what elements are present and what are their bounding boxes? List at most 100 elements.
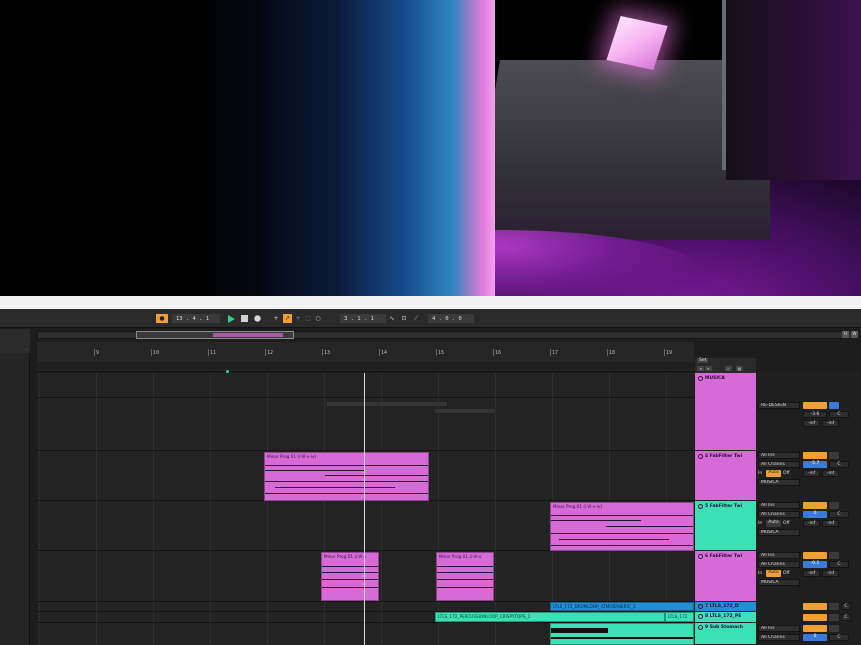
pan-field[interactable]: C <box>829 511 849 518</box>
beat-time-ruler[interactable]: 9 10 11 12 13 14 15 16 17 18 19 <box>37 342 694 372</box>
input-type-select[interactable]: RE-DESIGN <box>758 402 800 409</box>
track-activator[interactable] <box>803 502 827 509</box>
midi-clip[interactable]: Minor Prog 01 (i-VI-v <box>436 552 494 601</box>
volume-field[interactable]: 0 <box>803 634 827 641</box>
next-locator-icon[interactable]: ▸ <box>705 366 712 371</box>
solo-button[interactable] <box>829 614 839 621</box>
pan-field[interactable]: C <box>829 561 849 568</box>
fold-icon[interactable] <box>698 454 703 459</box>
input-channel-select[interactable]: All Channs <box>758 634 800 641</box>
playhead[interactable] <box>364 373 365 645</box>
capture-icon[interactable]: ⬚ <box>304 314 312 323</box>
session-view-icon[interactable]: ▦ <box>736 366 743 371</box>
output-select[interactable]: MUSICA <box>758 479 800 486</box>
volume-field[interactable]: -5.7 <box>803 461 827 468</box>
track-activator[interactable] <box>803 625 827 632</box>
track-activator[interactable] <box>803 402 827 409</box>
punch-out-icon[interactable]: ⟋ <box>412 314 420 323</box>
metronome-button[interactable]: ● <box>156 314 168 323</box>
fold-icon[interactable] <box>698 504 703 509</box>
input-channel-select[interactable]: All Channs <box>758 561 800 568</box>
pan-field[interactable]: C <box>841 614 851 621</box>
output-select[interactable]: MUSICA <box>758 529 800 536</box>
midi-clip[interactable]: Minor Prog 01 (i-VI-v <box>321 552 379 601</box>
overdub-icon[interactable]: + <box>272 314 280 323</box>
track-activator[interactable] <box>803 452 827 459</box>
overview-toggle-icon[interactable]: W <box>851 331 858 338</box>
track-activator[interactable] <box>803 603 827 610</box>
solo-button[interactable] <box>829 402 839 409</box>
solo-button[interactable] <box>829 625 839 632</box>
pan-field[interactable]: C <box>829 634 849 641</box>
volume-field[interactable]: -3.6 <box>803 411 827 418</box>
track-header[interactable]: 8 LTLS_172_PE <box>695 612 756 623</box>
fold-icon[interactable] <box>698 376 703 381</box>
pan-field[interactable]: C <box>829 411 849 418</box>
input-type-select[interactable]: All Ins <box>758 452 800 459</box>
add-automation-icon[interactable]: + <box>294 314 302 323</box>
loop-brace-strip[interactable] <box>37 362 694 370</box>
monitor-auto[interactable]: Auto <box>766 570 781 577</box>
audio-clip[interactable]: LTLS_172_PERCUSSIONLOOP_CRISPYTOPS_1 <box>435 612 665 622</box>
solo-button[interactable] <box>829 502 839 509</box>
fold-icon[interactable] <box>698 554 703 559</box>
monitor-off[interactable]: Off <box>783 571 790 576</box>
input-type-select[interactable]: All Ins <box>758 502 800 509</box>
song-position[interactable]: 13 . 4 . 1 <box>172 314 220 323</box>
punch-in-icon[interactable]: ⊡ <box>400 314 408 323</box>
monitor-off[interactable]: Off <box>783 521 790 526</box>
volume-field[interactable]: -0.1 <box>803 561 827 568</box>
ruler-bar-17: 17 <box>549 349 559 356</box>
fold-icon[interactable] <box>698 614 703 619</box>
monitor-in[interactable]: In <box>758 571 762 576</box>
audio-clip[interactable]: LTLS_172 <box>665 612 694 622</box>
monitor-in[interactable]: In <box>758 521 762 526</box>
peak-left: -inf <box>803 520 820 527</box>
input-channel-select[interactable]: All Channs <box>758 461 800 468</box>
monitor-off[interactable]: Off <box>783 471 790 476</box>
record-button[interactable] <box>253 314 262 323</box>
loop-length-field[interactable]: 4 . 0 . 0 <box>428 314 474 323</box>
audio-clip[interactable] <box>550 623 694 645</box>
solo-button[interactable] <box>829 603 839 610</box>
pan-field[interactable]: C <box>829 461 849 468</box>
track-header[interactable]: 5 FabFilter Twi <box>695 501 756 551</box>
track-header[interactable]: 9 Sub Stomach <box>695 623 756 645</box>
loop-start-field[interactable]: 3 . 1 . 1 <box>340 314 386 323</box>
arrangement-overdub-icon[interactable]: ↙ <box>725 366 732 371</box>
prev-locator-icon[interactable]: ◂ <box>697 366 704 371</box>
fold-icon[interactable] <box>698 625 703 630</box>
track-header[interactable]: 6 FabFilter Twi <box>695 551 756 602</box>
audio-clip[interactable]: LTLS_172_DRUMLOOP_ATMOSPHERIC_1 <box>550 602 694 611</box>
session-record-icon[interactable]: ○ <box>314 314 322 323</box>
track-header[interactable]: MUSICA <box>695 373 756 451</box>
stop-button[interactable] <box>240 314 249 323</box>
track-activator[interactable] <box>803 614 827 621</box>
solo-button[interactable] <box>829 452 839 459</box>
arrangement-view[interactable]: Minor Prog 01 (i-VI-v-iv) Minor Prog 01 … <box>37 373 694 645</box>
pan-field[interactable]: C <box>841 603 851 610</box>
midi-clip[interactable]: Minor Prog 01 (i-VI-v-iv) <box>550 502 694 551</box>
solo-button[interactable] <box>829 552 839 559</box>
volume-field[interactable]: 0 <box>803 511 827 518</box>
clip-title: LTLS_172_DRUMLOOP_ATMOSPHERIC_1 <box>553 604 636 609</box>
play-button[interactable] <box>226 314 235 323</box>
input-channel-select[interactable]: All Channs <box>758 511 800 518</box>
track-header[interactable]: 4 FabFilter Twi <box>695 451 756 501</box>
track-activator[interactable] <box>803 552 827 559</box>
monitor-auto[interactable]: Auto <box>766 470 781 477</box>
fold-icon[interactable] <box>698 604 703 609</box>
loop-switch-icon[interactable]: ∿ <box>388 314 396 323</box>
overview-zoom-icon[interactable]: H <box>842 331 849 338</box>
browser-panel-collapsed[interactable]: ‹ <box>0 329 30 645</box>
output-select[interactable]: MUSICA <box>758 579 800 586</box>
midi-clip[interactable]: Minor Prog 01 (i-VI-v-iv) <box>264 452 429 501</box>
input-type-select[interactable]: All Ins <box>758 625 800 632</box>
arrangement-overview[interactable] <box>37 331 852 339</box>
collapse-arrow-icon[interactable]: ‹ <box>25 347 27 353</box>
automation-arm-icon[interactable]: ↗ <box>283 314 292 323</box>
track-header[interactable]: 7 LTLS_172_D <box>695 602 756 612</box>
monitor-auto[interactable]: Auto <box>766 520 781 527</box>
monitor-in[interactable]: In <box>758 471 762 476</box>
input-type-select[interactable]: All Ins <box>758 552 800 559</box>
